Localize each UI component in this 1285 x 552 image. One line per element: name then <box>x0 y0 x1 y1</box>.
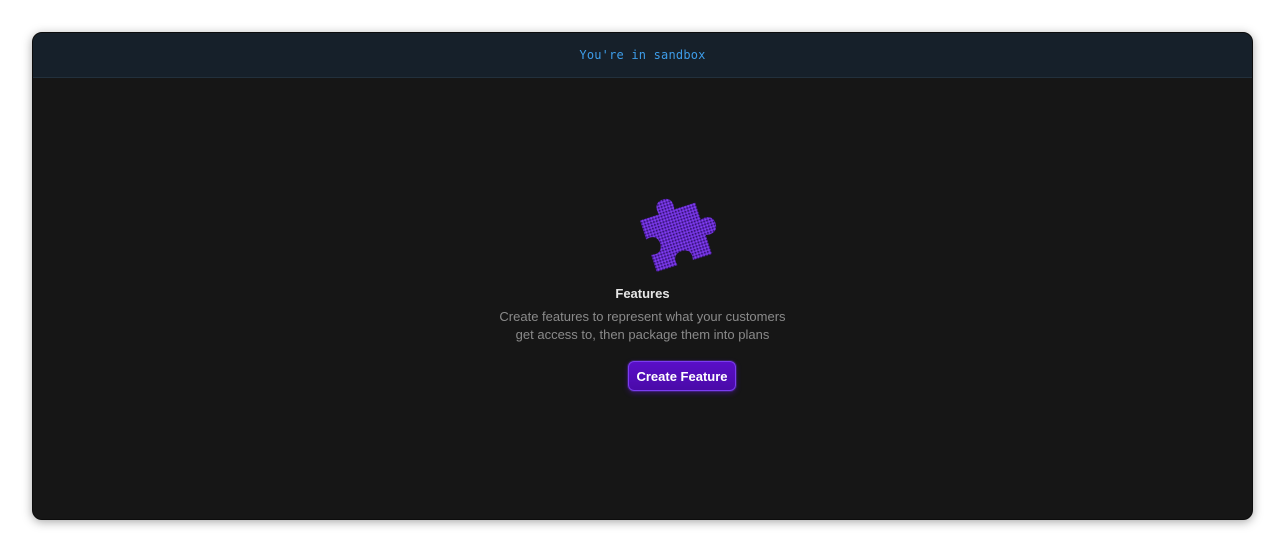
app-window: You're in sandbox Features Create featur… <box>32 32 1253 520</box>
empty-state-description-line-1: Create features to represent what your c… <box>499 309 786 324</box>
create-feature-button[interactable]: Create Feature <box>628 361 736 391</box>
sandbox-banner: You're in sandbox <box>33 33 1252 78</box>
empty-state-description-line-2: get access to, then package them into pl… <box>515 327 770 342</box>
puzzle-piece-icon <box>633 186 731 274</box>
features-empty-state: Features Create features to represent wh… <box>33 78 1252 519</box>
sandbox-banner-text: You're in sandbox <box>579 48 706 62</box>
empty-state-description: Create features to represent what your c… <box>33 308 1252 344</box>
empty-state-title: Features <box>615 286 670 301</box>
